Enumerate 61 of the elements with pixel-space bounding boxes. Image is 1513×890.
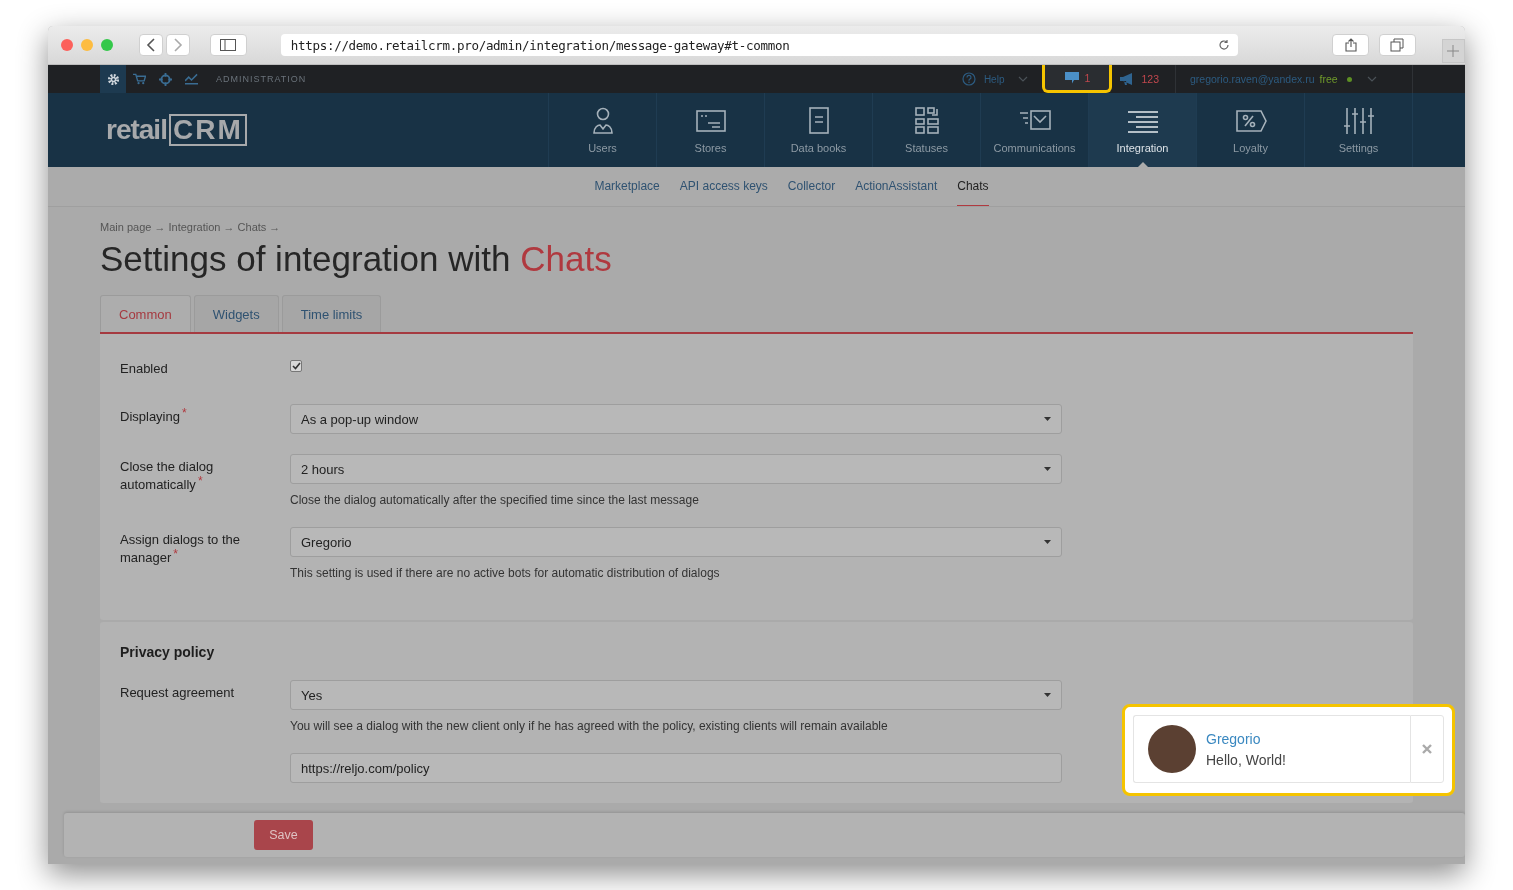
caret-icon <box>1044 467 1051 471</box>
zoom-window-button[interactable] <box>101 39 113 51</box>
back-button[interactable] <box>139 34 163 56</box>
minimize-window-button[interactable] <box>81 39 93 51</box>
caret-icon <box>1044 540 1051 544</box>
chevron-right-icon <box>173 38 183 52</box>
logo[interactable]: retail CRM <box>48 93 247 167</box>
settings-icon[interactable] <box>100 65 126 93</box>
field-hint: This setting is used if there are no active bots for automatic distribution of dialogs <box>290 566 721 580</box>
help-icon[interactable] <box>961 72 976 86</box>
chevron-left-icon <box>146 38 156 52</box>
close-button[interactable] <box>1410 715 1444 783</box>
chat-bubble-icon <box>1064 71 1079 84</box>
plan-label: free <box>1319 73 1338 85</box>
share-icon <box>1344 38 1357 52</box>
chat-notification[interactable]: Gregorio Hello, World! <box>1122 704 1455 796</box>
chevron-down-icon[interactable] <box>1366 76 1377 82</box>
caret-icon <box>1044 693 1051 697</box>
nav-item[interactable]: Integration <box>1088 93 1196 167</box>
chats-button[interactable]: 1 <box>1042 65 1113 93</box>
sidebar-icon <box>220 39 237 51</box>
save-button[interactable]: Save <box>254 820 313 850</box>
subnav-link[interactable]: ActionAssistant <box>855 167 938 206</box>
checkbox[interactable] <box>290 360 302 372</box>
reload-icon[interactable] <box>1218 39 1231 51</box>
caret-icon <box>1044 417 1051 421</box>
share-button[interactable] <box>1332 34 1369 56</box>
field-label: Request agreement <box>120 685 235 700</box>
sliders-icon <box>1341 106 1376 136</box>
subnav-link[interactable]: Marketplace <box>594 167 660 206</box>
status-dot <box>1346 76 1352 82</box>
tab[interactable]: Common <box>100 295 191 332</box>
select-field[interactable]: Yes <box>290 680 1062 710</box>
subnav-link[interactable]: Collector <box>787 167 836 206</box>
page-title: Settings of integration with Chats <box>100 239 613 279</box>
subnav-link[interactable]: Chats <box>957 167 989 206</box>
tab[interactable]: Time limits <box>281 295 382 332</box>
close-icon <box>1422 744 1432 754</box>
tabs-overview-button[interactable] <box>1378 34 1416 56</box>
sender-name-link[interactable]: Gregorio <box>1206 730 1286 747</box>
field-label: Enabled <box>120 360 169 378</box>
tab[interactable]: Widgets <box>193 295 279 332</box>
message-text: Hello, World! <box>1206 751 1286 768</box>
section-label: ADMINISTRATION <box>216 74 307 84</box>
select-field[interactable]: As a pop-up window <box>290 404 1062 434</box>
field-hint: You will see a dialog with the new client only if he has agreed with the policy, existing clients will remain available <box>290 719 889 733</box>
input-field[interactable]: https://reljo.com/policy <box>290 753 1062 783</box>
subnav-link[interactable]: API access keys <box>679 167 768 206</box>
close-window-button[interactable] <box>61 39 73 51</box>
breadcrumbs: Main page → Integration → Chats → <box>100 221 282 233</box>
tabs-icon <box>1390 38 1405 52</box>
sidebar-toggle-button[interactable] <box>210 34 247 56</box>
select-field[interactable]: Gregorio <box>290 527 1062 557</box>
new-tab-button[interactable] <box>1441 39 1465 63</box>
plus-icon <box>1447 45 1460 57</box>
address-bar[interactable]: https://demo.retailcrm.pro/admin/integration/message-gateway#t-common <box>280 34 1239 56</box>
avatar-placeholder <box>1148 725 1196 773</box>
select-field[interactable]: 2 hours <box>290 454 1062 484</box>
field-hint: Close the dialog automatically after the specified time since the last message <box>290 493 700 507</box>
chevron-down-icon[interactable] <box>1018 76 1029 82</box>
section-heading: Privacy policy <box>120 644 216 660</box>
